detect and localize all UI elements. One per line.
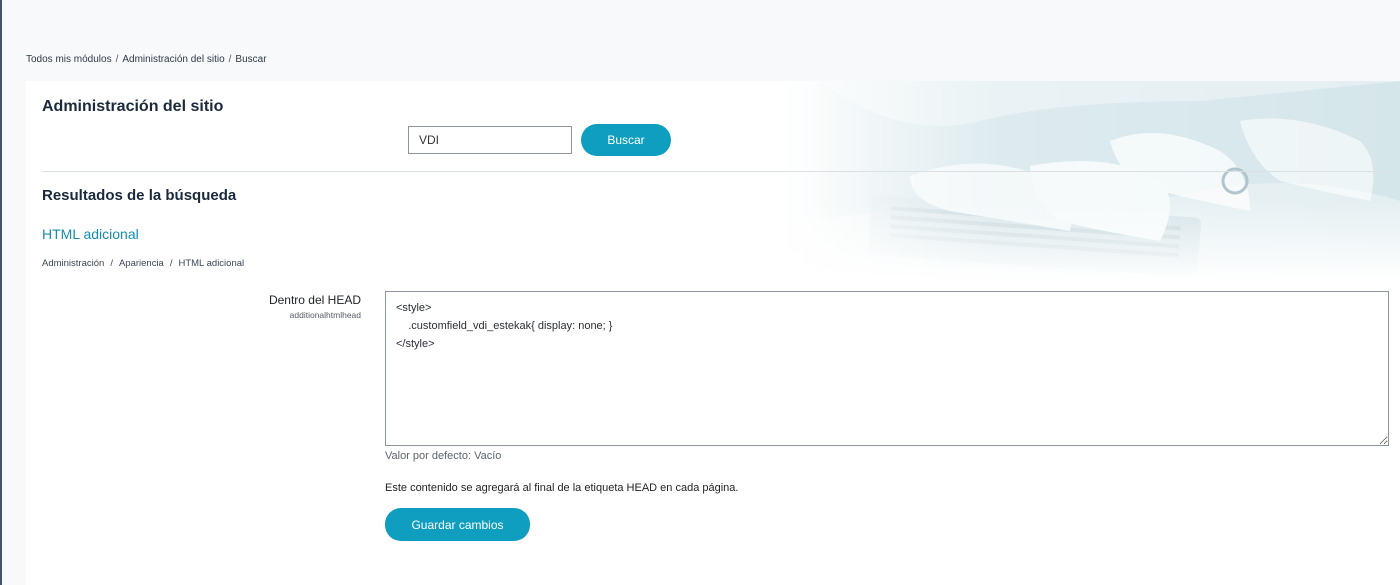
result-path-separator: / bbox=[169, 258, 173, 269]
setting-label-group: Dentro del HEAD additionalhtmlhead bbox=[269, 293, 361, 320]
breadcrumb-separator: / bbox=[228, 54, 232, 65]
main-card: Administración del sitio Buscar Resultad… bbox=[26, 81, 1400, 585]
breadcrumb: Todos mis módulos / Administración del sit… bbox=[26, 54, 267, 65]
breadcrumb-separator: / bbox=[115, 54, 119, 65]
additional-html-head-textarea[interactable] bbox=[385, 291, 1389, 446]
setting-label: Dentro del HEAD bbox=[268, 293, 361, 307]
result-path-breadcrumb: Administración / Apariencia / HTML adicional bbox=[42, 258, 244, 269]
result-path-separator: / bbox=[110, 258, 113, 269]
window-left-edge bbox=[0, 0, 2, 585]
result-path-item-additional-html[interactable]: HTML adicional bbox=[178, 258, 244, 269]
header-background-image bbox=[780, 81, 1400, 281]
breadcrumb-item-site-admin[interactable]: Administración del sitio bbox=[122, 54, 224, 65]
section-divider bbox=[42, 171, 1388, 172]
page-title: Administración del sitio bbox=[42, 98, 224, 115]
search-input[interactable] bbox=[408, 126, 572, 154]
default-value-text: Valor por defecto: Vacío bbox=[385, 450, 502, 462]
breadcrumb-item-search: Buscar bbox=[235, 54, 267, 65]
results-heading: Resultados de la búsqueda bbox=[42, 187, 237, 204]
result-path-item-admin[interactable]: Administración bbox=[42, 258, 104, 269]
result-title-link[interactable]: HTML adicional bbox=[42, 226, 139, 242]
setting-description: Este contenido se agregará al final de l… bbox=[385, 482, 739, 494]
result-path-item-appearance[interactable]: Apariencia bbox=[119, 258, 164, 269]
setting-key: additionalhtmlhead bbox=[289, 310, 361, 320]
search-button[interactable]: Buscar bbox=[581, 124, 671, 156]
breadcrumb-item-modules[interactable]: Todos mis módulos bbox=[26, 54, 112, 65]
save-changes-button[interactable]: Guardar cambios bbox=[385, 508, 530, 541]
